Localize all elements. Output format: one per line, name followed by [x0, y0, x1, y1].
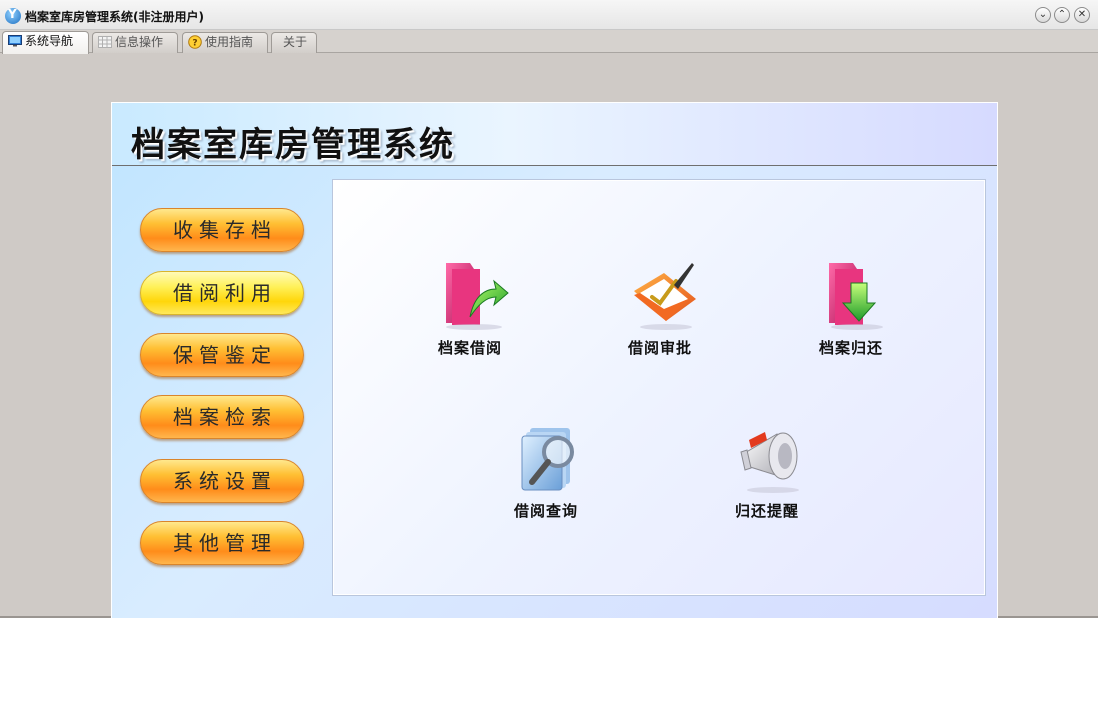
menu-custody-appraisal-button[interactable]: 保管鉴定: [140, 333, 304, 377]
tab-user-guide[interactable]: ? 使用指南: [182, 32, 268, 53]
menu-collect-archive-button[interactable]: 收集存档: [140, 208, 304, 252]
monitor-icon: [8, 35, 22, 47]
megaphone-icon: [740, 432, 799, 493]
tab-information-operations[interactable]: 信息操作: [92, 32, 178, 53]
help-icon: ?: [188, 35, 202, 49]
feature-label: 档案归还: [818, 339, 883, 357]
window-title: 档案室库房管理系统(非注册用户): [25, 10, 204, 24]
feature-borrow-approval[interactable]: 借阅审批: [600, 259, 720, 369]
maximize-button[interactable]: ⌃: [1054, 7, 1070, 23]
title-bar[interactable]: 档案室库房管理系统(非注册用户) ⌄ ⌃ ✕: [0, 0, 1098, 30]
grid-icon: [98, 36, 112, 48]
app-logo-icon: [5, 7, 21, 24]
menu-system-settings-button[interactable]: 系统设置: [140, 459, 304, 503]
feature-return-reminder[interactable]: 归还提醒: [707, 422, 827, 532]
feature-label: 借阅审批: [627, 339, 692, 357]
page-title: 档案室库房管理系统: [131, 125, 455, 165]
feature-borrow-query[interactable]: 借阅查询: [486, 422, 606, 532]
menu-archive-search-button[interactable]: 档案检索: [140, 395, 304, 439]
menu-borrow-use-button[interactable]: 借阅利用: [140, 271, 304, 315]
menu-other-management-button[interactable]: 其他管理: [140, 521, 304, 565]
feature-area: 档案借阅 借阅审批 档案归还 借阅查询 归还提醒: [333, 180, 985, 595]
close-button[interactable]: ✕: [1074, 7, 1090, 23]
feature-label: 借阅查询: [513, 502, 578, 520]
tab-label: 使用指南: [205, 35, 254, 49]
navigation-panel: 档案室库房管理系统 收集存档 借阅利用 保管鉴定 档案检索 系统设置 其他管理: [111, 102, 998, 618]
tab-about[interactable]: 关于: [271, 32, 317, 53]
minimize-button[interactable]: ⌄: [1035, 7, 1051, 23]
tab-bar: 系统导航 信息操作 ? 使用指南 关于: [0, 30, 1098, 54]
tab-system-navigation[interactable]: 系统导航: [2, 31, 89, 54]
feature-label: 档案借阅: [437, 339, 502, 357]
tab-label: 信息操作: [115, 35, 164, 49]
svg-text:?: ?: [192, 39, 197, 49]
feature-label: 归还提醒: [734, 502, 799, 520]
tab-label: 系统导航: [25, 34, 74, 48]
folder-arrow-icon: [446, 263, 509, 330]
feature-archive-borrow[interactable]: 档案借阅: [410, 259, 530, 369]
panel-header: 档案室库房管理系统: [112, 103, 997, 166]
app-window: 档案室库房管理系统(非注册用户) ⌄ ⌃ ✕ 系统导航 信息操作 ?: [0, 0, 1098, 618]
folder-return-icon: [829, 263, 883, 330]
document-search-icon: [521, 428, 574, 491]
approve-folder-icon: [634, 263, 696, 330]
tab-label: 关于: [283, 35, 308, 49]
feature-archive-return[interactable]: 档案归还: [791, 259, 911, 369]
